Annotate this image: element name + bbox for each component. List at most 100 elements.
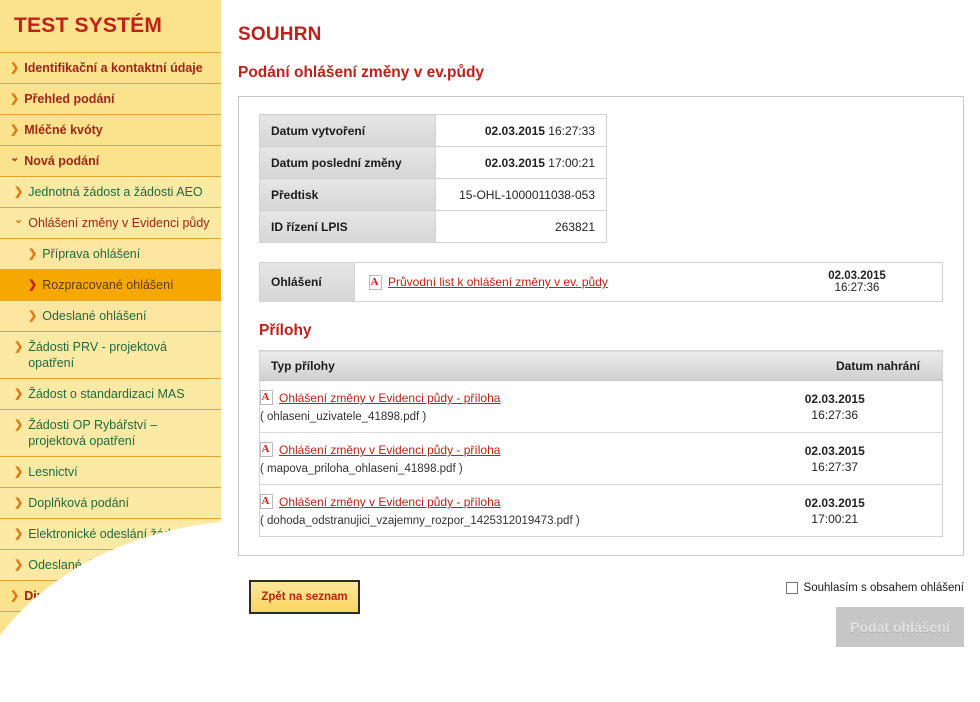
sidebar-item-11[interactable]: ❯ Žádosti OP Rybářství – projektová opatř… [0,410,221,457]
sidebar-item-label: Odeslané dokumenty ze SZIF [28,558,194,572]
sidebar-item-16[interactable]: ❯ Direct Mailing [0,581,221,612]
attachment-filename: ( dohoda_odstranujici_vzajemny_rozpor_14… [260,515,580,527]
brand-header: TEST SYSTÉM [0,0,221,52]
attachment-date-cell: 02.03.2015 16:27:36 [728,381,943,433]
sidebar-item-13[interactable]: ❯ Doplňková podání [0,488,221,519]
agree-checkbox-group: Souhlasím s obsahem ohlášení [785,582,964,594]
attachment-type-cell: A Ohlášení změny v Evidenci půdy - příloh… [260,381,728,433]
page-title: SOUHRN [238,24,322,45]
agree-checkbox-label: Souhlasím s obsahem ohlášení [803,582,964,594]
chevron-right-icon: ❯ [14,497,24,509]
sidebar-item-10[interactable]: ❯ Žádost o standardizaci MAS [0,379,221,410]
back-to-list-button[interactable]: Zpět na seznam [249,580,360,614]
sidebar-item-8[interactable]: ❯ Odeslané ohlášení [0,301,221,332]
sidebar: TEST SYSTÉM ❯ Identifikační a kontaktní ú… [0,0,221,702]
info-row: Datum vytvoření 02.03.2015 16:27:33 [259,114,607,147]
chevron-right-icon: ❯ [14,341,24,353]
sidebar-nav: ❯ Identifikační a kontaktní údaje ❯ Přehled… [0,53,221,612]
attachment-date-cell: 02.03.2015 17:00:21 [727,484,943,537]
info-key: Předtisk [259,178,436,211]
attachments-header-row: Typ přílohy Datum nahrání [259,350,943,381]
attachment-link[interactable]: Ohlášení změny v Evidenci půdy - příloha [279,443,500,457]
attachment-date: 02.03.2015 [804,391,865,406]
attachment-time: 16:27:36 [811,407,859,422]
sidebar-item-label: Žádost o standardizaci MAS [28,387,185,401]
sidebar-item-label: Doplňková podání [28,496,129,510]
ohlaseni-label: Ohlášení [260,263,355,301]
info-row: ID řízení LPIS 263821 [259,210,607,243]
attachment-time: 16:27:37 [811,459,859,474]
table-row: A Ohlášení změny v Evidenci půdy - příloh… [259,432,943,485]
main-content: SOUHRN Podání ohlášení změny v ev.půdy D… [221,0,980,702]
sidebar-item-label: Žádosti PRV - projektová opatření [28,340,167,370]
sidebar-item-6[interactable]: ❯ Příprava ohlášení [0,239,221,270]
chevron-down-icon: ⌄ [10,152,20,164]
chevron-right-icon: ❯ [10,124,20,136]
page-subtitle: Podání ohlášení změny v ev.půdy [238,64,485,81]
info-key: Datum poslední změny [259,146,436,179]
sidebar-item-label: Elektronické odeslání žádosti [28,527,191,541]
brand-title: TEST SYSTÉM [14,14,163,37]
info-value: 15-OHL-1000011038-053 [435,178,607,211]
chevron-right-icon: ❯ [14,388,24,400]
chevron-right-icon: ❯ [10,590,20,602]
attachments-title: Přílohy [259,322,312,339]
ohlaseni-time-value: 16:27:36 [834,282,880,294]
ohlaseni-date-value: 02.03.2015 [828,270,886,282]
sidebar-item-4[interactable]: ❯ Jednotná žádost a žádosti AEO [0,177,221,208]
sidebar-item-3[interactable]: ⌄ Nová podání [0,146,221,177]
sidebar-item-0[interactable]: ❯ Identifikační a kontaktní údaje [0,53,221,84]
sidebar-item-1[interactable]: ❯ Přehled podání [0,84,221,115]
sidebar-item-label: Direct Mailing [24,589,107,603]
sidebar-item-label: Mléčné kvóty [24,123,103,137]
chevron-right-icon: ❯ [10,93,20,105]
attachment-filename: ( ohlaseni_uzivatele_41898.pdf ) [260,411,427,423]
ohlaseni-document-link[interactable]: Průvodní list k ohlášení změny v ev. půd… [388,275,608,289]
info-row: Datum poslední změny 02.03.2015 17:00:21 [259,146,607,179]
attachment-date-cell: 02.03.2015 16:27:37 [727,432,943,485]
sidebar-item-label: Odeslané ohlášení [42,309,147,323]
agree-checkbox[interactable] [785,582,798,594]
attachment-date: 02.03.2015 [804,495,865,510]
submit-ohlaseni-button[interactable]: Podat ohlášení [836,607,964,647]
attachment-date: 02.03.2015 [804,443,865,458]
sidebar-item-label: Žádosti OP Rybářství – projektová opatře… [28,418,158,448]
summary-panel: Datum vytvoření 02.03.2015 16:27:33 Datum … [238,96,964,556]
info-table: Datum vytvoření 02.03.2015 16:27:33 Datum … [259,114,607,243]
sidebar-item-5[interactable]: ⌄ Ohlášení změny v Evidenci půdy [0,208,221,239]
sidebar-item-label: Přehled podání [24,92,115,106]
sidebar-item-label: Rozpracované ohlášení [42,278,174,292]
chevron-right-icon: ❯ [14,528,24,540]
info-value: 02.03.2015 16:27:33 [435,114,607,147]
sidebar-item-label: Příprava ohlášení [42,247,141,261]
ohlaseni-row: Ohlášení A Průvodní list k ohlášení změn… [259,262,943,302]
info-value-bold: 02.03.2015 [484,155,545,170]
attachment-type-cell: A Ohlášení změny v Evidenci půdy - příloh… [259,432,728,485]
chevron-right-icon: ❯ [14,466,24,478]
footer-controls: Zpět na seznam Souhlasím s obsahem ohláš… [238,580,964,660]
chevron-down-icon: ⌄ [14,214,24,226]
column-header-type: Typ přílohy [259,350,728,381]
pdf-icon: A [369,273,383,290]
attachment-link[interactable]: Ohlášení změny v Evidenci půdy - příloha [279,495,500,509]
sidebar-item-15[interactable]: ❯ Odeslané dokumenty ze SZIF [0,550,221,581]
ohlaseni-date: 02.03.2015 16:27:36 [772,263,942,301]
sidebar-item-2[interactable]: ❯ Mléčné kvóty [0,115,221,146]
sidebar-item-7[interactable]: ❯ Rozpracované ohlášení [0,270,221,301]
attachment-time: 17:00:21 [811,511,859,526]
sidebar-item-label: Nová podání [24,154,100,168]
info-value: 02.03.2015 17:00:21 [435,146,607,179]
info-value-rest: 17:00:21 [548,155,595,170]
page-root: TEST SYSTÉM ❯ Identifikační a kontaktní ú… [0,0,980,702]
attachment-link[interactable]: Ohlášení změny v Evidenci půdy - příloha [279,391,500,405]
attachment-type-cell: A Ohlášení změny v Evidenci půdy - příloh… [259,484,728,537]
sidebar-item-12[interactable]: ❯ Lesnictví [0,457,221,488]
sidebar-item-9[interactable]: ❯ Žádosti PRV - projektová opatření [0,332,221,379]
chevron-right-icon: ❯ [14,559,24,571]
info-value-rest: 16:27:33 [548,123,595,138]
sidebar-item-label: Lesnictví [28,465,78,479]
attachments-table: Typ přílohy Datum nahrání A Ohlášení změn… [259,350,943,537]
sidebar-item-14[interactable]: ❯ Elektronické odeslání žádosti [0,519,221,550]
pdf-icon: A [260,493,274,509]
sidebar-item-label: Jednotná žádost a žádosti AEO [28,185,203,199]
